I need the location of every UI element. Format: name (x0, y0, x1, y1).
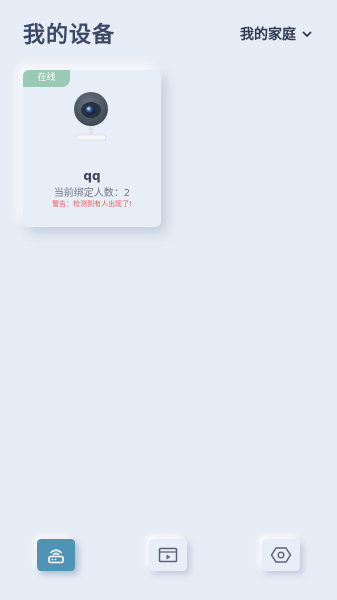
alert-text: 警告：检测到有人出现了! (52, 200, 132, 208)
nav-settings-button[interactable] (262, 539, 300, 571)
nav-video-button[interactable] (149, 539, 187, 571)
device-card[interactable]: 在线 qq 当前绑定人数：2 警告：检测到有人出现了! (23, 70, 161, 227)
chevron-down-icon (302, 31, 312, 37)
status-badge: 在线 (23, 70, 70, 87)
nav-router-button[interactable] (37, 539, 75, 571)
family-selector-dropdown[interactable]: 我的家庭 (240, 24, 313, 44)
bind-count-text: 当前绑定人数：2 (53, 188, 131, 199)
family-selector-label: 我的家庭 (240, 27, 296, 43)
router-icon (48, 549, 64, 564)
page-title: 我的设备 (23, 23, 116, 48)
hexagon-settings-icon (270, 547, 292, 563)
camera-icon (74, 92, 108, 141)
video-player-icon (158, 547, 178, 563)
device-name: qq (83, 169, 101, 183)
device-list-page: 我的设备 我的家庭 在线 qq 当前绑定人数：2 警告：检测到有人出现了! (0, 0, 337, 600)
